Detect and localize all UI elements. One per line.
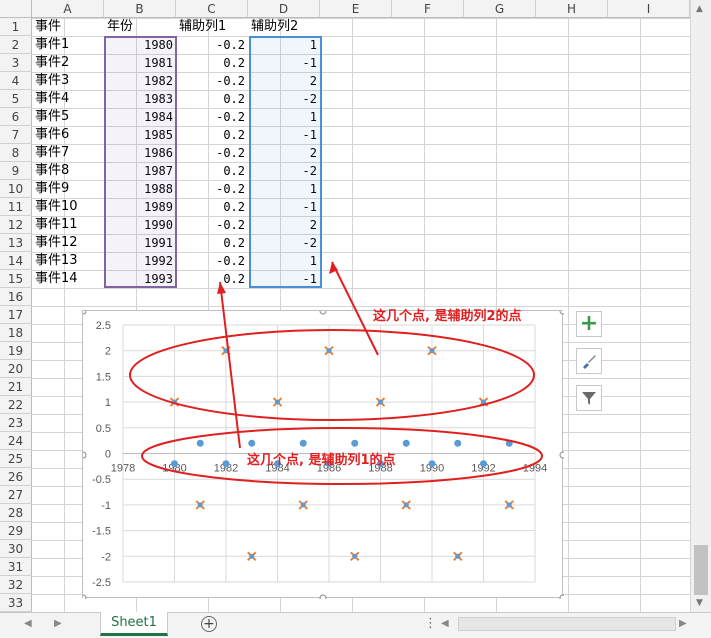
hscroll-right-icon[interactable]: ▶ [679, 618, 687, 629]
scroll-thumb[interactable] [694, 545, 708, 595]
plus-icon: + [203, 616, 215, 632]
more-options-icon[interactable]: ⋮ [424, 616, 437, 631]
arrow-series1 [219, 281, 241, 449]
sheet-tab-sheet1[interactable]: Sheet1 [100, 612, 168, 636]
hscroll-left-icon[interactable]: ◀ [441, 618, 449, 629]
sheet-tab-bar: ◀ ▶ Sheet1 + ⋮ ◀ ▶ [0, 612, 711, 638]
ellipse-series2 [129, 329, 535, 421]
horizontal-scrollbar[interactable] [458, 617, 676, 631]
prev-sheet-icon[interactable]: ◀ [24, 618, 32, 629]
arrow-series2 [331, 261, 379, 356]
arrow-head-series1 [217, 282, 226, 294]
annotation-series1-label: 这几个点, 是辅助列1的点 [247, 453, 396, 468]
vertical-scrollbar[interactable]: ▲ ▼ [690, 0, 711, 612]
annotation-series2-label: 这几个点, 是辅助列2的点 [373, 309, 522, 324]
annotation-overlay [129, 261, 543, 485]
scroll-down-icon[interactable]: ▼ [696, 598, 703, 608]
add-sheet-button[interactable]: + [201, 616, 217, 632]
next-sheet-icon[interactable]: ▶ [54, 618, 62, 629]
sheet-tab-label: Sheet1 [111, 615, 157, 630]
scroll-up-icon[interactable]: ▲ [696, 4, 703, 14]
